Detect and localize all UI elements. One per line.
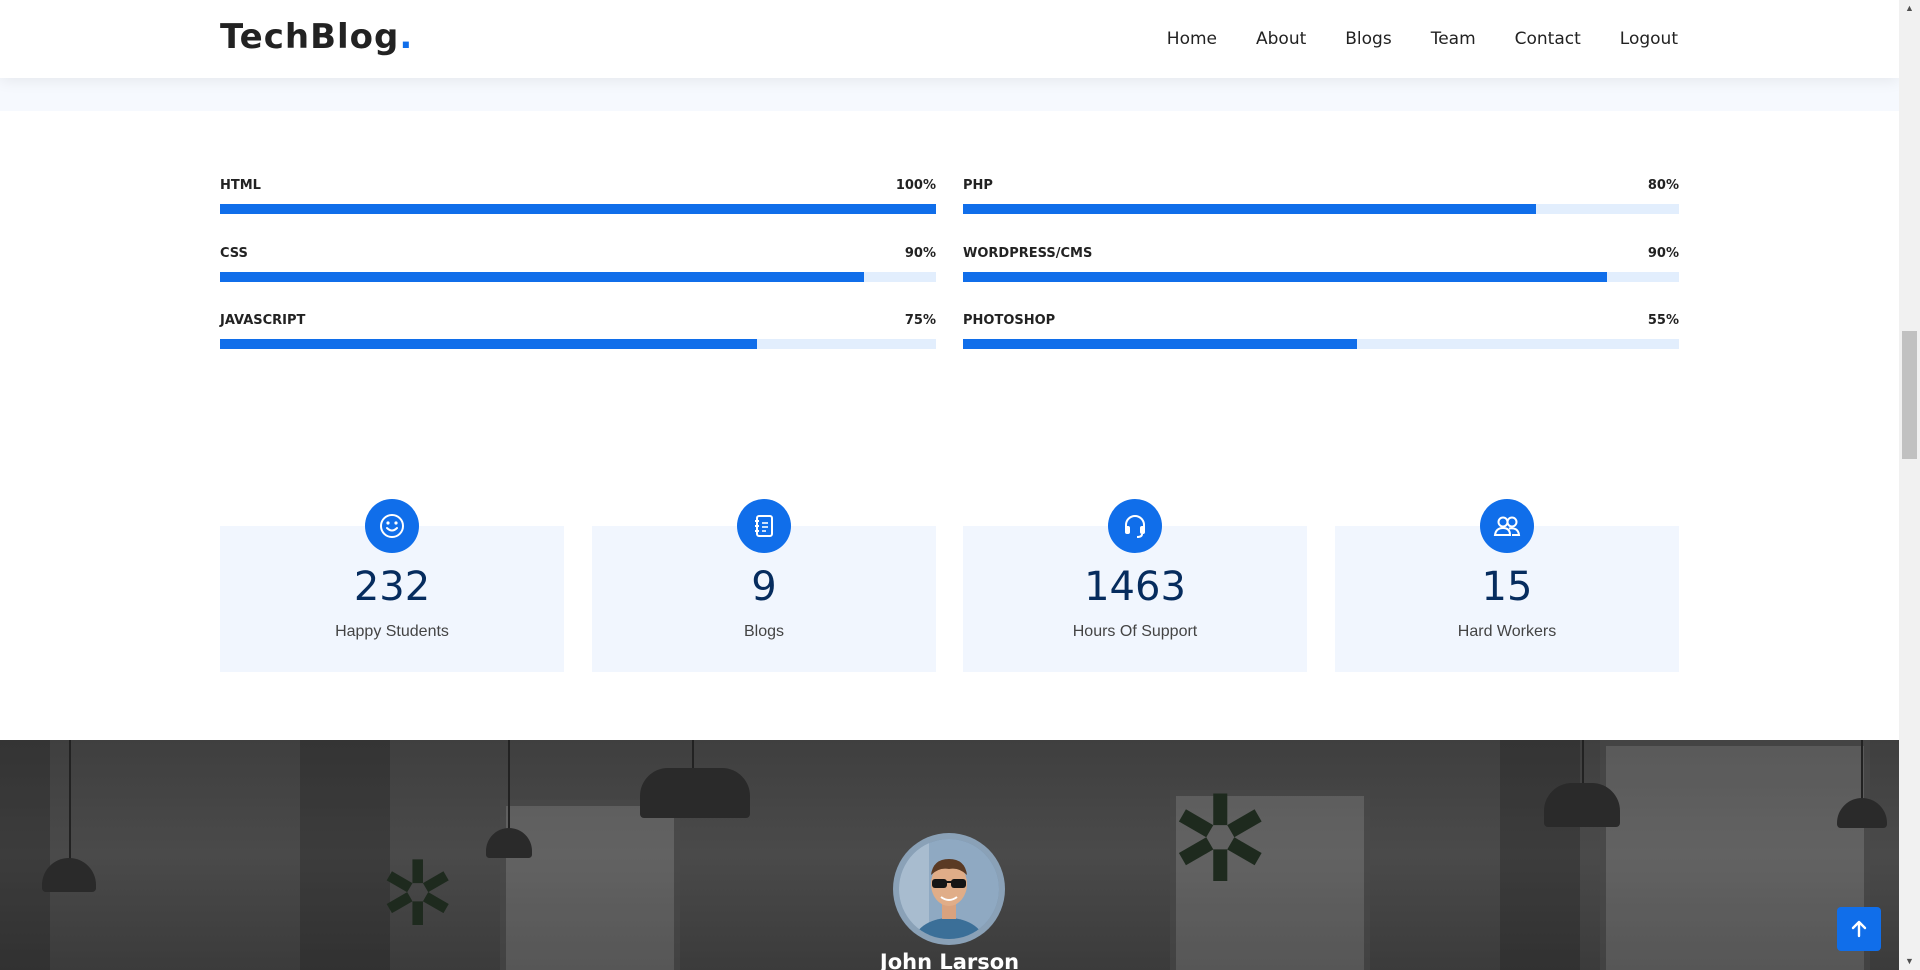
skill-progress-track — [220, 339, 936, 349]
main-nav: Home About Blogs Team Contact Logout — [1128, 0, 1678, 78]
bg-lamp-cord — [1861, 740, 1863, 800]
counter-label: Hours Of Support — [1072, 623, 1198, 640]
skill-progress-track — [963, 272, 1679, 282]
logo-text: TechBlog — [220, 17, 400, 57]
logo-dot: . — [399, 17, 414, 57]
nav-contact[interactable]: Contact — [1515, 29, 1581, 49]
skill-photoshop: PHOTOSHOP 55% — [963, 313, 1679, 353]
testimonial-name: John Larson — [879, 950, 1020, 970]
vertical-scrollbar[interactable]: ▲ ▼ — [1899, 0, 1920, 970]
bg-lamp-cord — [1582, 740, 1584, 785]
counter-number: 1463 — [1084, 564, 1186, 610]
bg-plant: ✲ — [380, 845, 456, 945]
nav-home[interactable]: Home — [1167, 29, 1217, 49]
counter-number: 15 — [1481, 564, 1533, 610]
skill-progress-bar — [220, 204, 936, 214]
people-icon — [1480, 499, 1534, 553]
skill-progress-bar — [963, 339, 1357, 349]
skill-value: 75% — [904, 313, 936, 328]
counter-number: 9 — [751, 564, 777, 610]
counter-label: Hard Workers — [1457, 623, 1557, 640]
skill-name: JAVASCRIPT — [220, 313, 306, 328]
bg-pillar — [0, 740, 50, 970]
bg-window — [1600, 740, 1870, 970]
counter-number: 232 — [353, 564, 431, 610]
skill-name: PHOTOSHOP — [963, 313, 1056, 328]
arrow-up-icon — [1851, 920, 1867, 938]
counter-hard-workers: 15 Hard Workers — [1335, 499, 1679, 672]
skill-progress-track — [220, 272, 936, 282]
skill-name: WORDPRESS/CMS — [963, 246, 1093, 261]
skill-value: 90% — [904, 246, 936, 261]
skill-wordpress-cms: WORDPRESS/CMS 90% — [963, 246, 1679, 286]
skill-value: 100% — [895, 178, 936, 193]
testimonials-section: ✲ ✲ John Larson — [0, 740, 1899, 970]
testimonial-avatar — [893, 833, 1005, 945]
page: TechBlog. Home About Blogs Team Contact … — [0, 0, 1899, 970]
bg-pillar — [300, 740, 390, 970]
skill-html: HTML 100% — [220, 178, 936, 218]
skill-progress-bar — [220, 272, 865, 282]
skill-value: 80% — [1647, 178, 1679, 193]
journal-icon — [737, 499, 791, 553]
bg-lamp — [640, 768, 750, 818]
counter-blogs: 9 Blogs — [592, 499, 936, 672]
nav-logout[interactable]: Logout — [1620, 29, 1678, 49]
smiley-icon — [365, 499, 419, 553]
skill-progress-track — [963, 204, 1679, 214]
logo[interactable]: TechBlog. — [220, 17, 413, 57]
skill-progress-track — [220, 204, 936, 214]
skill-progress-track — [963, 339, 1679, 349]
scroll-down-arrow-icon[interactable]: ▼ — [1899, 953, 1920, 970]
skill-php: PHP 80% — [963, 178, 1679, 218]
bg-plant: ✲ — [1170, 773, 1271, 907]
skill-value: 55% — [1647, 313, 1679, 328]
skill-name: CSS — [220, 246, 248, 261]
bg-window — [500, 800, 680, 970]
bg-lamp-cord — [69, 740, 71, 860]
counter-hours-of-support: 1463 Hours Of Support — [963, 499, 1307, 672]
bg-pillar — [1500, 740, 1580, 970]
bg-lamp-cord — [508, 740, 510, 830]
nav-blogs[interactable]: Blogs — [1345, 29, 1391, 49]
counter-happy-students: 232 Happy Students — [220, 499, 564, 672]
section-divider-band — [0, 78, 1899, 111]
skill-name: PHP — [963, 178, 993, 193]
nav-team[interactable]: Team — [1431, 29, 1476, 49]
bg-lamp-cord — [692, 740, 694, 770]
nav-about[interactable]: About — [1256, 29, 1306, 49]
bg-lamp — [1544, 783, 1620, 827]
skill-progress-bar — [963, 272, 1608, 282]
counter-label: Happy Students — [335, 623, 449, 640]
skill-javascript: JAVASCRIPT 75% — [220, 313, 936, 353]
counter-label: Blogs — [743, 623, 785, 640]
skill-name: HTML — [220, 178, 261, 193]
site-header: TechBlog. Home About Blogs Team Contact … — [0, 0, 1899, 78]
skill-progress-bar — [220, 339, 757, 349]
skill-progress-bar — [963, 204, 1536, 214]
back-to-top-button[interactable] — [1837, 907, 1881, 951]
scroll-up-arrow-icon[interactable]: ▲ — [1899, 0, 1920, 17]
bg-lamp — [42, 858, 96, 892]
skill-css: CSS 90% — [220, 246, 936, 286]
scrollbar-thumb[interactable] — [1902, 331, 1917, 459]
headset-icon — [1108, 499, 1162, 553]
skill-value: 90% — [1647, 246, 1679, 261]
